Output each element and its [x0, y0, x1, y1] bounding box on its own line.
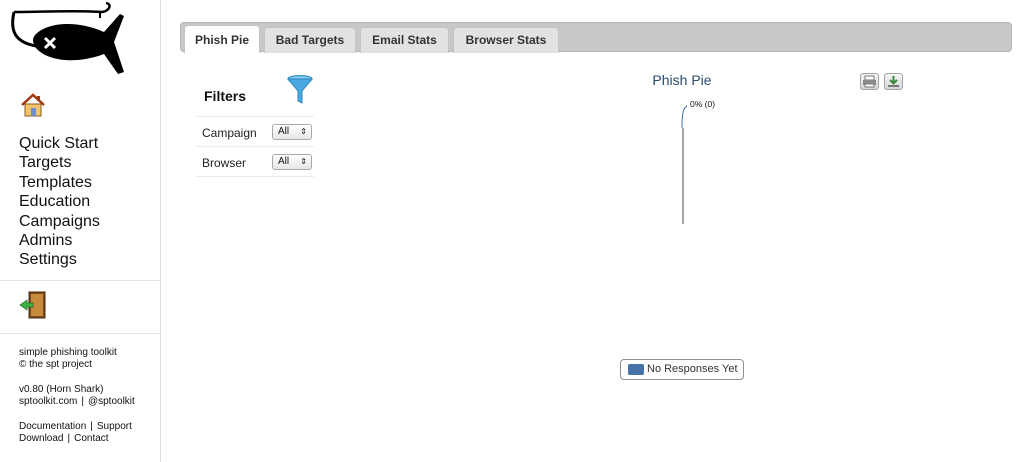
- support-link[interactable]: Support: [97, 421, 132, 432]
- legend-swatch: [628, 364, 644, 375]
- tab-browser-stats[interactable]: Browser Stats: [453, 27, 559, 53]
- filter-label: Campaign: [202, 126, 257, 140]
- contact-link[interactable]: Contact: [74, 433, 108, 444]
- tab-bad-targets[interactable]: Bad Targets: [264, 27, 356, 53]
- website-link[interactable]: sptoolkit.com: [19, 396, 77, 407]
- print-button[interactable]: [860, 73, 879, 90]
- download-link[interactable]: Download: [19, 433, 63, 444]
- door-exit-icon[interactable]: [19, 290, 47, 320]
- filter-browser: Browser All ⇕: [196, 146, 314, 176]
- filter-campaign: Campaign All ⇕: [196, 116, 314, 146]
- version-text: v0.80 (Horn Shark): [19, 384, 104, 395]
- twitter-link[interactable]: @sptoolkit: [88, 396, 135, 407]
- download-button[interactable]: [884, 73, 903, 90]
- nav-education[interactable]: Education: [19, 192, 100, 211]
- sidebar-divider: [0, 280, 160, 281]
- nav-admins[interactable]: Admins: [19, 231, 100, 250]
- chart-legend[interactable]: No Responses Yet: [620, 359, 744, 380]
- filters-title: Filters: [204, 88, 247, 104]
- tab-email-stats[interactable]: Email Stats: [360, 27, 449, 53]
- product-name: simple phishing toolkit: [19, 347, 117, 358]
- pie-data-label: 0% (0): [690, 99, 715, 109]
- chart-title: Phish Pie: [652, 72, 712, 88]
- tab-bar: Phish Pie Bad Targets Email Stats Browse…: [180, 22, 1012, 53]
- sidebar-divider: [0, 333, 160, 334]
- shark-fish-logo-icon[interactable]: [8, 2, 128, 77]
- main-nav: Quick Start Targets Templates Education …: [19, 134, 100, 270]
- pie-chart: 0% (0): [681, 99, 715, 224]
- filter-label: Browser: [202, 156, 247, 170]
- home-icon[interactable]: [20, 92, 46, 118]
- nav-campaigns[interactable]: Campaigns: [19, 212, 100, 231]
- version-block: v0.80 (Horn Shark) sptoolkit.com | @sptool…: [19, 384, 135, 407]
- nav-quick-start[interactable]: Quick Start: [19, 134, 100, 153]
- pie-label-connector: [681, 105, 688, 129]
- legend-label: No Responses Yet: [647, 363, 738, 375]
- funnel-icon[interactable]: [286, 74, 314, 104]
- browser-select[interactable]: All ⇕: [272, 154, 312, 170]
- nav-templates[interactable]: Templates: [19, 173, 100, 192]
- documentation-link[interactable]: Documentation: [19, 421, 86, 432]
- campaign-select[interactable]: All ⇕: [272, 124, 312, 140]
- download-icon: [888, 76, 899, 87]
- sidebar: Quick Start Targets Templates Education …: [0, 0, 161, 462]
- copyright-text: © the spt project: [19, 359, 92, 370]
- links-block: Documentation | Support Download | Contact: [19, 421, 132, 444]
- nav-settings[interactable]: Settings: [19, 250, 100, 269]
- about-block: simple phishing toolkit © the spt projec…: [19, 347, 117, 371]
- select-arrows-icon: ⇕: [300, 127, 307, 136]
- nav-targets[interactable]: Targets: [19, 153, 100, 172]
- filters-divider: [196, 176, 314, 177]
- print-icon: [863, 75, 876, 88]
- select-arrows-icon: ⇕: [300, 157, 307, 166]
- tab-phish-pie[interactable]: Phish Pie: [184, 25, 260, 53]
